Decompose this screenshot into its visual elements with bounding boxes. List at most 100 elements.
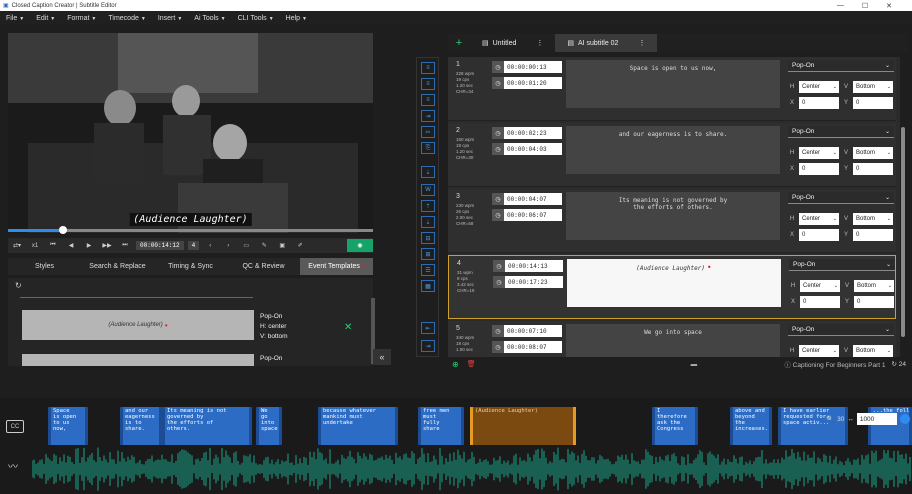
maximize-button[interactable]: ☐: [862, 2, 868, 10]
zoom-input[interactable]: 1000: [856, 413, 897, 425]
clock-icon[interactable]: ◷: [492, 127, 504, 139]
start-timecode-value[interactable]: 00:00:14:13: [505, 260, 563, 272]
next-frame-icon[interactable]: ›: [221, 243, 235, 249]
speed-select[interactable]: x1: [28, 243, 42, 249]
end-timecode-value[interactable]: 00:00:04:03: [504, 143, 562, 155]
template-card[interactable]: (Audience Laughter) •: [22, 310, 254, 340]
playback-menu-icon[interactable]: ⇄▾: [10, 242, 24, 249]
start-timecode[interactable]: ◷ 00:00:14:13: [493, 260, 563, 272]
minimize-button[interactable]: —: [837, 2, 844, 10]
fast-forward-icon[interactable]: ▶▶: [100, 242, 114, 249]
skip-forward-icon[interactable]: ⏭: [118, 242, 132, 249]
caption-clip[interactable]: because whatever mankind must undertake: [318, 407, 398, 445]
video-scrubber[interactable]: [8, 226, 373, 234]
zoom-toggle[interactable]: [899, 414, 910, 424]
frame-step-input[interactable]: 4: [187, 241, 200, 250]
x-offset-input[interactable]: 0: [800, 296, 840, 308]
v-align-select[interactable]: Bottom ⌄: [853, 81, 893, 93]
eye-icon[interactable]: ◉: [347, 239, 373, 252]
caption-clip[interactable]: above and beyond the increases.: [730, 407, 772, 445]
caption-clip[interactable]: I therefore ask the Congress: [652, 407, 698, 445]
caption-mode-select[interactable]: Pop-On ⌄: [788, 60, 894, 72]
v-align-select[interactable]: Bottom ⌄: [853, 147, 893, 159]
safe-area-icon[interactable]: ▣: [275, 242, 289, 249]
add-tab-icon[interactable]: +: [448, 37, 470, 49]
clock-icon[interactable]: ◷: [492, 209, 504, 221]
tab-untitled[interactable]: ▤ Untitled ⋮: [470, 34, 555, 52]
end-timecode[interactable]: ◷ 00:00:04:03: [492, 143, 562, 155]
end-timecode-value[interactable]: 00:00:08:07: [504, 341, 562, 353]
caption-mode-select[interactable]: Pop-On ⌄: [788, 126, 894, 138]
caption-mode-select[interactable]: Pop-On ⌄: [788, 192, 894, 204]
edit-overlay-icon[interactable]: ✎: [257, 242, 271, 249]
caption-clip[interactable]: (Audience Laughter): [470, 407, 576, 445]
caption-text-editor[interactable]: We go into space: [566, 324, 780, 357]
menu-insert[interactable]: Insert ▼: [152, 15, 188, 22]
caption-clip[interactable]: and our eagerness is to share.: [120, 407, 162, 445]
clock-icon[interactable]: ◷: [492, 193, 504, 205]
word-wrap-icon[interactable]: W: [421, 184, 435, 196]
end-timecode[interactable]: ◷ 00:00:08:07: [492, 341, 562, 353]
start-timecode[interactable]: ◷ 00:00:00:13: [492, 61, 562, 73]
event-row[interactable]: 1 228 wpm 19 cps 1.20 sec CHR=34 ◷ 00:00:00:…: [448, 57, 896, 121]
clock-icon[interactable]: ◷: [493, 260, 505, 272]
end-timecode-value[interactable]: 00:00:17:23: [505, 276, 563, 288]
event-row[interactable]: 5 340 wpm 18 cps 1.00 sec ◷ 00:00:07:10 ◷ 00…: [448, 321, 896, 357]
clock-icon[interactable]: ◷: [492, 341, 504, 353]
overlay-edit-icon[interactable]: ✐: [293, 242, 307, 249]
start-timecode[interactable]: ◷ 00:00:04:07: [492, 193, 562, 205]
align-top-icon[interactable]: ≡: [421, 62, 435, 74]
caption-clip[interactable]: Space is open to us now,: [48, 407, 88, 445]
caption-clip[interactable]: free men must fully share: [418, 407, 464, 445]
video-player[interactable]: (Audience Laughter): [8, 33, 373, 233]
y-offset-input[interactable]: 0: [853, 229, 893, 241]
start-timecode-value[interactable]: 00:00:04:07: [504, 193, 562, 205]
y-offset-input[interactable]: 0: [854, 296, 894, 308]
h-align-select[interactable]: Center ⌄: [799, 213, 839, 225]
caption-clip[interactable]: We go into space: [256, 407, 282, 445]
end-timecode[interactable]: ◷ 00:00:17:23: [493, 276, 563, 288]
event-row[interactable]: 2 150 wpm 19 cps 1.20 sec CHR=30 ◷ 00:00:02:…: [448, 123, 896, 187]
caption-text[interactable]: (Audience Laughter): [636, 265, 705, 272]
split-icon[interactable]: ⊟: [421, 232, 435, 244]
end-timecode[interactable]: ◷ 00:00:01:20: [492, 77, 562, 89]
v-align-select[interactable]: Bottom ⌄: [853, 213, 893, 225]
h-align-select[interactable]: Center ⌄: [799, 147, 839, 159]
start-timecode-value[interactable]: 00:00:07:10: [504, 325, 562, 337]
cut-icon[interactable]: ✂: [421, 126, 435, 138]
event-row[interactable]: 4 31 wpm 9 cps 3.42 sec CHR=19 ◷ 00:00:14:13…: [448, 255, 896, 319]
scrubber-handle[interactable]: [58, 226, 67, 234]
menu-format[interactable]: Format ▼: [61, 15, 102, 22]
scrollbar-thumb[interactable]: [901, 127, 905, 337]
apply-template-icon[interactable]: ✕: [344, 322, 352, 333]
tab-timing-sync[interactable]: Timing & Sync: [154, 258, 227, 275]
shift-left-icon[interactable]: ⇤: [421, 322, 435, 334]
clock-icon[interactable]: ◷: [492, 143, 504, 155]
captions-toggle-icon[interactable]: ▭: [239, 242, 253, 249]
clock-icon[interactable]: ◷: [492, 77, 504, 89]
tab-ai-subtitle-02[interactable]: ▤ AI subtitle 02 ⋮: [555, 34, 658, 52]
timeline[interactable]: CC 〰 Space is open to us now, and our eag…: [0, 398, 912, 494]
tab-qc-review[interactable]: QC & Review: [227, 258, 300, 275]
list-icon[interactable]: ☰: [421, 264, 435, 276]
caption-mode-select[interactable]: Pop-On ⌄: [788, 324, 894, 336]
tab-search-replace[interactable]: Search & Replace: [81, 258, 154, 275]
menu-ai-tools[interactable]: Ai Tools ▼: [188, 15, 231, 22]
event-row[interactable]: 3 230 wpm 26 cps 2.00 sec CHR=58 ◷ 00:00:04:…: [448, 189, 896, 253]
player-timecode[interactable]: 00:00:14:12: [136, 241, 184, 250]
prev-frame-icon[interactable]: ‹: [203, 243, 217, 249]
y-offset-input[interactable]: 0: [853, 97, 893, 109]
copy-icon[interactable]: ⎘: [421, 142, 435, 154]
add-event-icon[interactable]: ⊕: [452, 360, 459, 369]
end-timecode[interactable]: ◷ 00:00:06:07: [492, 209, 562, 221]
trash-icon[interactable]: 🗑: [467, 360, 476, 368]
menu-timecode[interactable]: Timecode ▼: [102, 15, 151, 22]
caption-text-editor[interactable]: Space is open to us now,: [566, 60, 780, 108]
rewind-icon[interactable]: ◀: [64, 242, 78, 249]
more-options-icon[interactable]: ⋮: [536, 39, 543, 47]
menu-file[interactable]: File ▼: [0, 15, 30, 22]
timeline-ruler[interactable]: [32, 398, 912, 407]
skip-back-icon[interactable]: ⏮: [46, 242, 60, 249]
caption-clip[interactable]: Its meaning is not governed by the effor…: [162, 407, 252, 445]
merge-icon[interactable]: ⊞: [421, 248, 435, 260]
